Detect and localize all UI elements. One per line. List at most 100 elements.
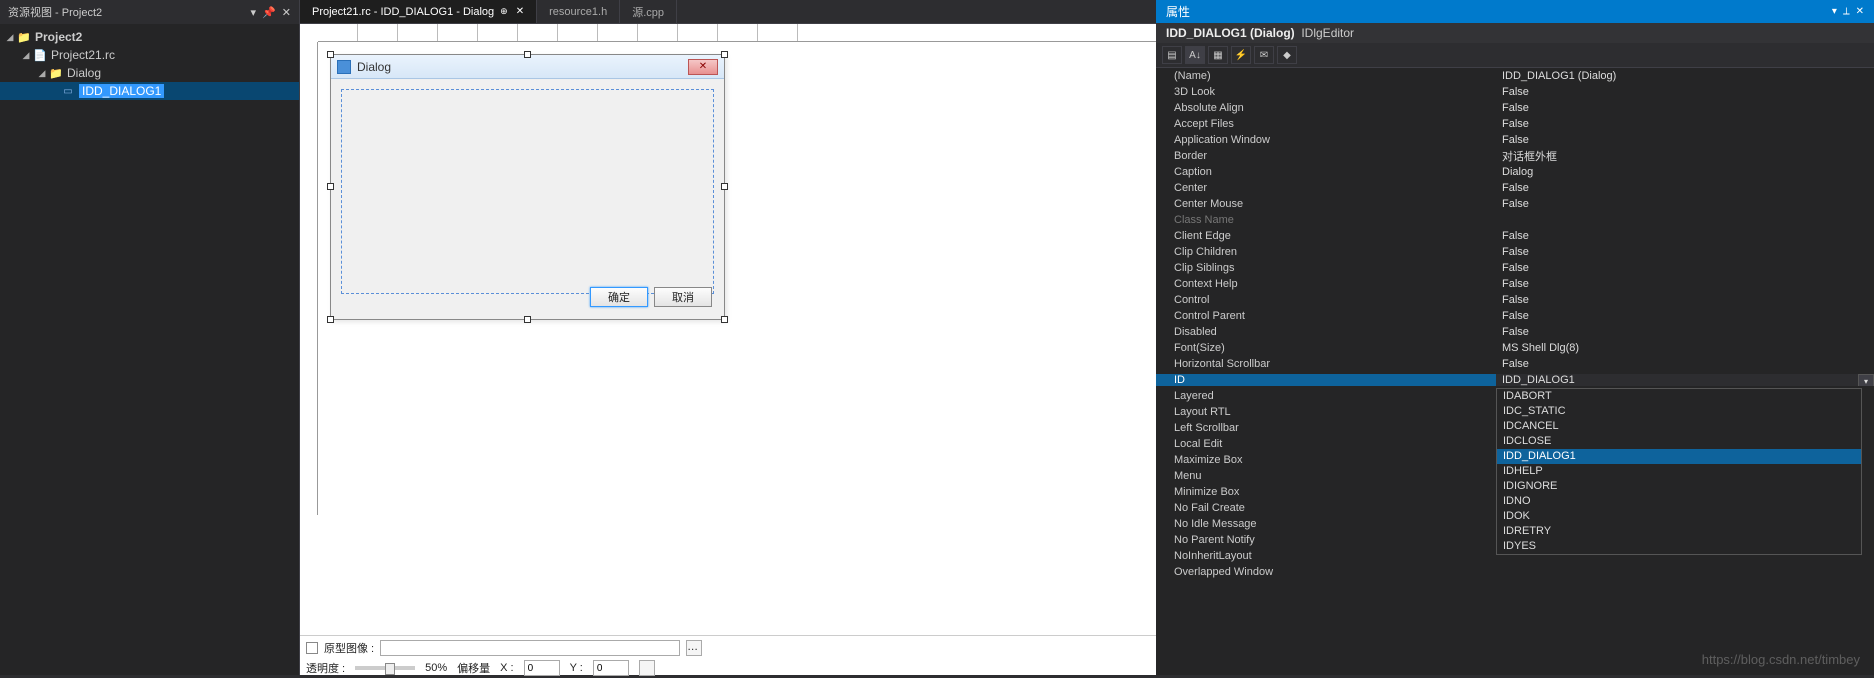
property-value[interactable]: False [1496,262,1874,274]
tree-folder-node[interactable]: ◢ Dialog [0,64,299,82]
property-row[interactable]: CenterFalse [1156,180,1874,196]
id-dropdown-list[interactable]: IDABORTIDC_STATICIDCANCELIDCLOSEIDD_DIAL… [1496,388,1862,555]
resize-handle[interactable] [327,51,334,58]
dialog-design-surface[interactable]: Dialog ✕ 确定 取消 [300,24,1156,635]
property-row[interactable]: (Name)IDD_DIALOG1 (Dialog) [1156,68,1874,84]
dropdown-item[interactable]: IDCLOSE [1497,434,1861,449]
browse-button[interactable]: … [686,640,702,656]
property-name: Class Name [1156,214,1496,226]
property-row[interactable]: Accept FilesFalse [1156,116,1874,132]
property-value[interactable]: False [1496,102,1874,114]
pin-icon[interactable]: ⊕ [500,6,508,17]
property-value[interactable]: False [1496,310,1874,322]
offset-y-input[interactable] [593,660,629,676]
property-value[interactable]: 对话框外框 [1496,148,1874,164]
property-value[interactable]: IDD_DIALOG1▾ [1496,374,1874,386]
auto-hide-icon[interactable]: ⟂ [1843,6,1850,17]
property-value[interactable]: False [1496,86,1874,98]
property-row[interactable]: Horizontal ScrollbarFalse [1156,356,1874,372]
editor-area: Project21.rc - IDD_DIALOG1 - Dialog ⊕ ✕ … [300,0,1156,675]
tab-dialog-designer[interactable]: Project21.rc - IDD_DIALOG1 - Dialog ⊕ ✕ [300,0,537,23]
property-value[interactable]: False [1496,134,1874,146]
proto-image-checkbox[interactable] [306,642,318,654]
property-row[interactable]: Client EdgeFalse [1156,228,1874,244]
dropdown-button[interactable]: ▾ [1858,374,1874,386]
dropdown-item[interactable]: IDC_STATIC [1497,404,1861,419]
close-icon[interactable]: ✕ [1856,6,1864,17]
dropdown-item[interactable]: IDHELP [1497,464,1861,479]
tree-rc-node[interactable]: ◢ Project21.rc [0,46,299,64]
resize-handle[interactable] [721,51,728,58]
property-row[interactable]: Class Name [1156,212,1874,228]
dropdown-item[interactable]: IDCANCEL [1497,419,1861,434]
tree-project-node[interactable]: ◢ Project2 [0,28,299,46]
events-icon[interactable]: ⚡ [1231,46,1251,64]
property-row[interactable]: Absolute AlignFalse [1156,100,1874,116]
property-row[interactable]: Context HelpFalse [1156,276,1874,292]
dropdown-item[interactable]: IDNO [1497,494,1861,509]
property-value[interactable]: False [1496,230,1874,242]
categorized-icon[interactable]: ▤ [1162,46,1182,64]
property-row[interactable]: 3D LookFalse [1156,84,1874,100]
property-row[interactable]: Overlapped Window [1156,564,1874,580]
property-value[interactable]: False [1496,294,1874,306]
property-value[interactable]: False [1496,358,1874,370]
tree-label: Project2 [35,30,82,44]
resource-tree: ◢ Project2 ◢ Project21.rc ◢ Dialog IDD_D… [0,24,299,675]
dialog-preview[interactable]: Dialog ✕ 确定 取消 [330,54,725,320]
property-value[interactable]: False [1496,278,1874,290]
offset-x-input[interactable] [524,660,560,676]
transparency-slider[interactable] [355,666,415,670]
property-pages-icon[interactable]: ▦ [1208,46,1228,64]
dropdown-item[interactable]: IDRETRY [1497,524,1861,539]
proto-image-combo[interactable] [380,640,680,656]
property-value[interactable]: Dialog [1496,166,1874,178]
dialog-close-button[interactable]: ✕ [688,59,718,75]
property-value[interactable]: False [1496,118,1874,130]
property-row[interactable]: Control ParentFalse [1156,308,1874,324]
ok-button[interactable]: 确定 [590,287,648,307]
alphabetical-icon[interactable]: A↓ [1185,46,1205,64]
dropdown-item[interactable]: IDABORT [1497,389,1861,404]
property-row[interactable]: ControlFalse [1156,292,1874,308]
folder-icon [48,66,64,80]
overrides-icon[interactable]: ◆ [1277,46,1297,64]
property-value[interactable]: False [1496,246,1874,258]
dialog-client-area[interactable]: 确定 取消 [331,79,724,319]
cancel-button[interactable]: 取消 [654,287,712,307]
dropdown-icon[interactable]: ▾ [251,6,257,19]
close-icon[interactable]: ✕ [516,6,524,17]
messages-icon[interactable]: ✉ [1254,46,1274,64]
property-value[interactable]: False [1496,326,1874,338]
dialog-icon [60,84,76,98]
expand-icon[interactable]: ◢ [4,32,16,43]
property-row[interactable]: Clip SiblingsFalse [1156,260,1874,276]
dropdown-item[interactable]: IDD_DIALOG1 [1497,449,1861,464]
dropdown-item[interactable]: IDIGNORE [1497,479,1861,494]
property-row[interactable]: IDIDD_DIALOG1▾ [1156,372,1874,388]
property-row[interactable]: Clip ChildrenFalse [1156,244,1874,260]
dialog-margin-guide [341,89,714,294]
property-row[interactable]: Border对话框外框 [1156,148,1874,164]
offset-btn[interactable] [639,660,655,676]
tree-dialog-node[interactable]: IDD_DIALOG1 [0,82,299,100]
pin-icon[interactable]: 📌 [262,6,276,19]
property-row[interactable]: Font(Size)MS Shell Dlg(8) [1156,340,1874,356]
dropdown-item[interactable]: IDYES [1497,539,1861,554]
tab-source-cpp[interactable]: 源.cpp [620,0,677,23]
tab-resource-header[interactable]: resource1.h [537,0,620,23]
expand-icon[interactable]: ◢ [20,50,32,61]
close-icon[interactable]: ✕ [282,6,291,19]
property-value[interactable]: False [1496,198,1874,210]
property-value[interactable]: IDD_DIALOG1 (Dialog) [1496,70,1874,82]
dropdown-icon[interactable]: ▾ [1832,6,1837,17]
property-row[interactable]: CaptionDialog [1156,164,1874,180]
property-value[interactable]: MS Shell Dlg(8) [1496,342,1874,354]
property-row[interactable]: Application WindowFalse [1156,132,1874,148]
resize-handle[interactable] [524,51,531,58]
property-value[interactable]: False [1496,182,1874,194]
dropdown-item[interactable]: IDOK [1497,509,1861,524]
expand-icon[interactable]: ◢ [36,68,48,79]
property-row[interactable]: DisabledFalse [1156,324,1874,340]
property-row[interactable]: Center MouseFalse [1156,196,1874,212]
